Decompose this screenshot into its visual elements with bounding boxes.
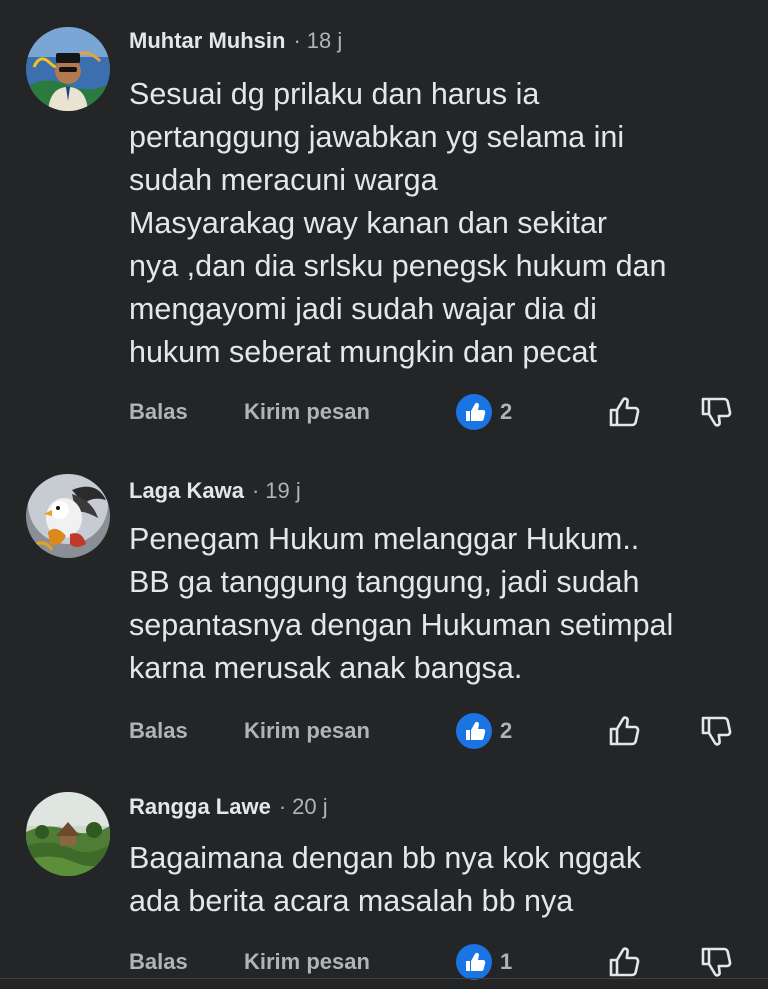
like-count[interactable]: 1 <box>500 949 512 975</box>
separator-dot: · <box>293 28 301 53</box>
thumbs-up-icon[interactable] <box>456 944 492 980</box>
comment-header: Laga Kawa · 19 j <box>129 477 301 505</box>
thumbs-up-icon[interactable] <box>456 713 492 749</box>
avatar[interactable] <box>26 27 110 111</box>
comment-time[interactable]: 20 j <box>292 794 327 819</box>
avatar[interactable] <box>26 792 110 876</box>
avatar[interactable] <box>26 474 110 558</box>
send-message-button[interactable]: Kirim pesan <box>244 399 370 425</box>
like-count[interactable]: 2 <box>500 399 512 425</box>
reply-button[interactable]: Balas <box>129 399 188 425</box>
thumbs-up-icon[interactable] <box>456 394 492 430</box>
comment-time[interactable]: 18 j <box>307 28 342 53</box>
avatar-image <box>26 27 110 111</box>
comment-actions: Balas Kirim pesan 2 <box>0 710 768 750</box>
author-name[interactable]: Laga Kawa <box>129 478 244 503</box>
send-message-button[interactable]: Kirim pesan <box>244 718 370 744</box>
bottom-divider <box>0 978 768 979</box>
thumbs-down-outline-icon[interactable] <box>696 943 734 981</box>
reply-button[interactable]: Balas <box>129 718 188 744</box>
comment-text: Penegam Hukum melanggar Hukum.. BB ga ta… <box>129 522 674 685</box>
reply-button[interactable]: Balas <box>129 949 188 975</box>
separator-dot: · <box>278 794 287 819</box>
author-name[interactable]: Muhtar Muhsin <box>129 28 285 53</box>
separator-dot: · <box>251 478 260 503</box>
comment-actions: Balas Kirim pesan 1 <box>0 941 768 981</box>
avatar-image <box>26 474 110 558</box>
thumbs-up-outline-icon[interactable] <box>604 712 642 750</box>
comment-header: Muhtar Muhsin · 18 j <box>129 27 342 55</box>
thumbs-down-outline-icon[interactable] <box>696 393 734 431</box>
thumbs-down-outline-icon[interactable] <box>696 712 734 750</box>
comment-time[interactable]: 19 j <box>265 478 300 503</box>
comment-header: Rangga Lawe · 20 j <box>129 793 328 821</box>
author-name[interactable]: Rangga Lawe <box>129 794 271 819</box>
send-message-button[interactable]: Kirim pesan <box>244 949 370 975</box>
comment-text: Bagaimana dengan bb nya kok nggak ada be… <box>129 841 642 918</box>
like-count[interactable]: 2 <box>500 718 512 744</box>
comment-actions: Balas Kirim pesan 2 <box>0 391 768 431</box>
avatar-image <box>26 792 110 876</box>
thumbs-up-outline-icon[interactable] <box>604 393 642 431</box>
comment-text: Sesuai dg prilaku dan harus ia pertanggu… <box>129 77 667 369</box>
thumbs-up-outline-icon[interactable] <box>604 943 642 981</box>
